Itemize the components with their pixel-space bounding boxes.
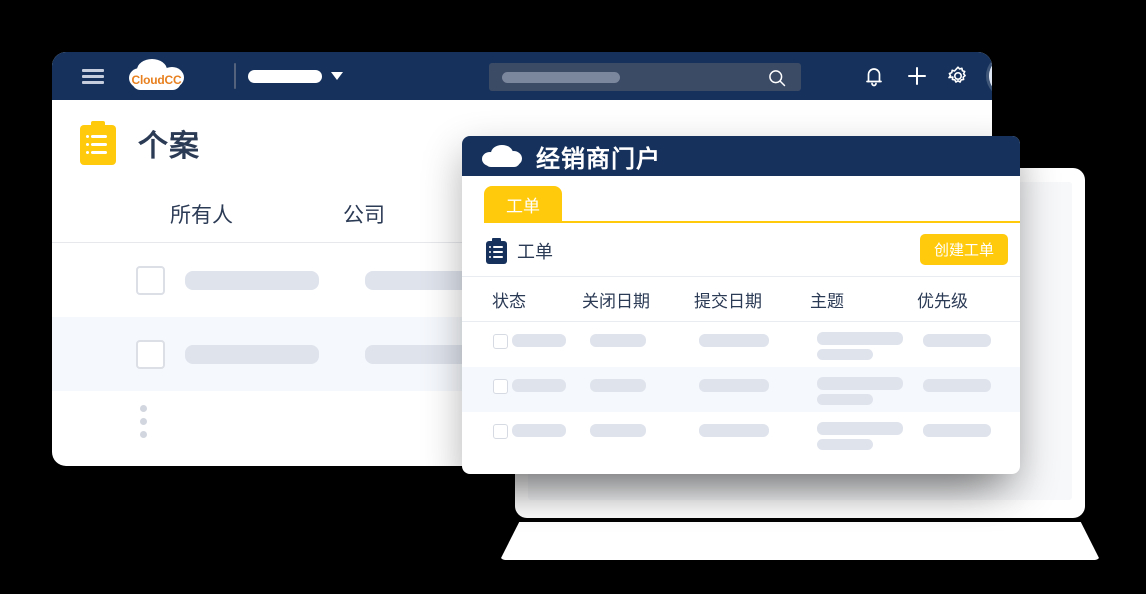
avatar-person-icon [989, 65, 992, 87]
app-selector-dropdown[interactable] [248, 69, 343, 83]
cloud-icon [482, 145, 522, 167]
cloudcc-logo[interactable]: CloudCC [129, 59, 184, 93]
cell-priority-placeholder [923, 379, 991, 392]
cell-subject-placeholder-line1 [817, 422, 903, 435]
create-workorder-button[interactable]: 创建工单 [919, 234, 1008, 265]
workorder-table-header: 状态 关闭日期 提交日期 主题 优先级 [462, 277, 1020, 322]
cell-close-date-placeholder [590, 334, 646, 347]
workorder-section-header: 工单 创建工单 [462, 226, 1020, 276]
search-icon[interactable] [767, 68, 787, 88]
row-checkbox[interactable] [493, 424, 508, 439]
cell-status-placeholder [512, 424, 566, 437]
cell-submit-date-placeholder [699, 334, 769, 347]
brand-text: CloudCC [131, 73, 182, 87]
row-checkbox[interactable] [136, 265, 165, 295]
workorder-table: 状态 关闭日期 提交日期 主题 优先级 [462, 276, 1020, 457]
cell-close-date-placeholder [590, 379, 646, 392]
column-header-subject[interactable]: 主题 [810, 287, 844, 312]
cell-close-date-placeholder [590, 424, 646, 437]
notification-icon[interactable] [862, 64, 886, 88]
portal-header: 经销商门户 [462, 136, 1020, 176]
portal-tabs: 工单 [462, 176, 1020, 226]
column-header-status[interactable]: 状态 [492, 287, 526, 312]
column-header-close-date[interactable]: 关闭日期 [582, 287, 650, 312]
table-row[interactable] [462, 412, 1020, 457]
row-checkbox[interactable] [493, 379, 508, 394]
row-checkbox[interactable] [136, 339, 165, 369]
cell-status-placeholder [512, 379, 566, 392]
table-row[interactable] [462, 322, 1020, 367]
cell-subject-placeholder-line2 [817, 439, 873, 450]
add-icon[interactable] [905, 64, 929, 88]
avatar[interactable] [989, 57, 992, 95]
settings-icon[interactable] [946, 64, 970, 88]
cell-submit-date-placeholder [699, 424, 769, 437]
search-input[interactable] [489, 63, 801, 91]
row-checkbox[interactable] [493, 334, 508, 349]
app-selector-value [248, 69, 322, 83]
cell-subject-placeholder-line2 [817, 349, 873, 360]
cell-subject-placeholder-line1 [817, 332, 903, 345]
cell-subject-placeholder-line1 [817, 377, 903, 390]
table-row[interactable] [462, 367, 1020, 412]
tab-workorder[interactable]: 工单 [484, 186, 562, 222]
chevron-down-icon [331, 72, 343, 80]
cell-owner-placeholder [185, 344, 319, 364]
monitor-stand [500, 522, 1100, 560]
column-header-company[interactable]: 公司 [343, 199, 385, 229]
cell-priority-placeholder [923, 424, 991, 437]
cell-status-placeholder [512, 334, 566, 347]
clipboard-icon [486, 238, 507, 264]
tab-underline [484, 221, 1020, 223]
clipboard-icon [80, 121, 116, 165]
workorder-section-label: 工单 [517, 242, 553, 262]
hamburger-icon[interactable] [82, 68, 104, 84]
search-placeholder [502, 71, 620, 83]
portal-title: 经销商门户 [536, 145, 661, 173]
column-header-priority[interactable]: 优先级 [917, 287, 968, 312]
topbar-divider [234, 63, 236, 89]
dealer-portal-modal: 经销商门户 工单 工单 创建工单 状态 关闭日期 提交日期 主题 优先级 [462, 136, 1020, 474]
cell-owner-placeholder [185, 270, 319, 290]
app-topbar: CloudCC [52, 52, 992, 100]
column-header-owner[interactable]: 所有人 [170, 199, 233, 229]
cell-submit-date-placeholder [699, 379, 769, 392]
screenshot-stage: CloudCC 个案 所有人 公司 经销商门户 工单 工单 创建工单 状态 关闭… [0, 0, 1146, 594]
column-header-submit-date[interactable]: 提交日期 [694, 287, 762, 312]
cell-subject-placeholder-line2 [817, 394, 873, 405]
page-title: 个案 [138, 130, 200, 163]
cell-priority-placeholder [923, 334, 991, 347]
